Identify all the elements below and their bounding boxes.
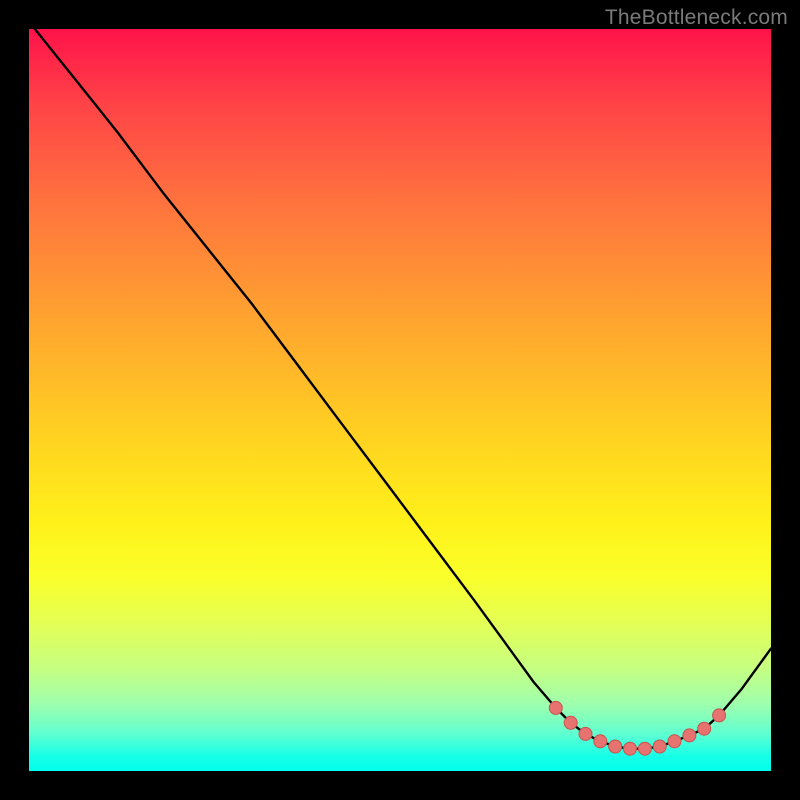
chart-marker [609,740,622,753]
chart-marker [594,735,607,748]
chart-marker [549,701,562,714]
chart-plot [29,29,771,771]
chart-curve [29,22,771,749]
chart-markers [549,701,725,755]
chart-marker [638,742,651,755]
chart-marker [713,709,726,722]
watermark-text: TheBottleneck.com [605,6,788,30]
chart-marker [579,727,592,740]
chart-marker [564,716,577,729]
chart-marker [698,722,711,735]
chart-marker [624,742,637,755]
chart-marker [683,729,696,742]
chart-marker [653,740,666,753]
chart-marker [668,735,681,748]
